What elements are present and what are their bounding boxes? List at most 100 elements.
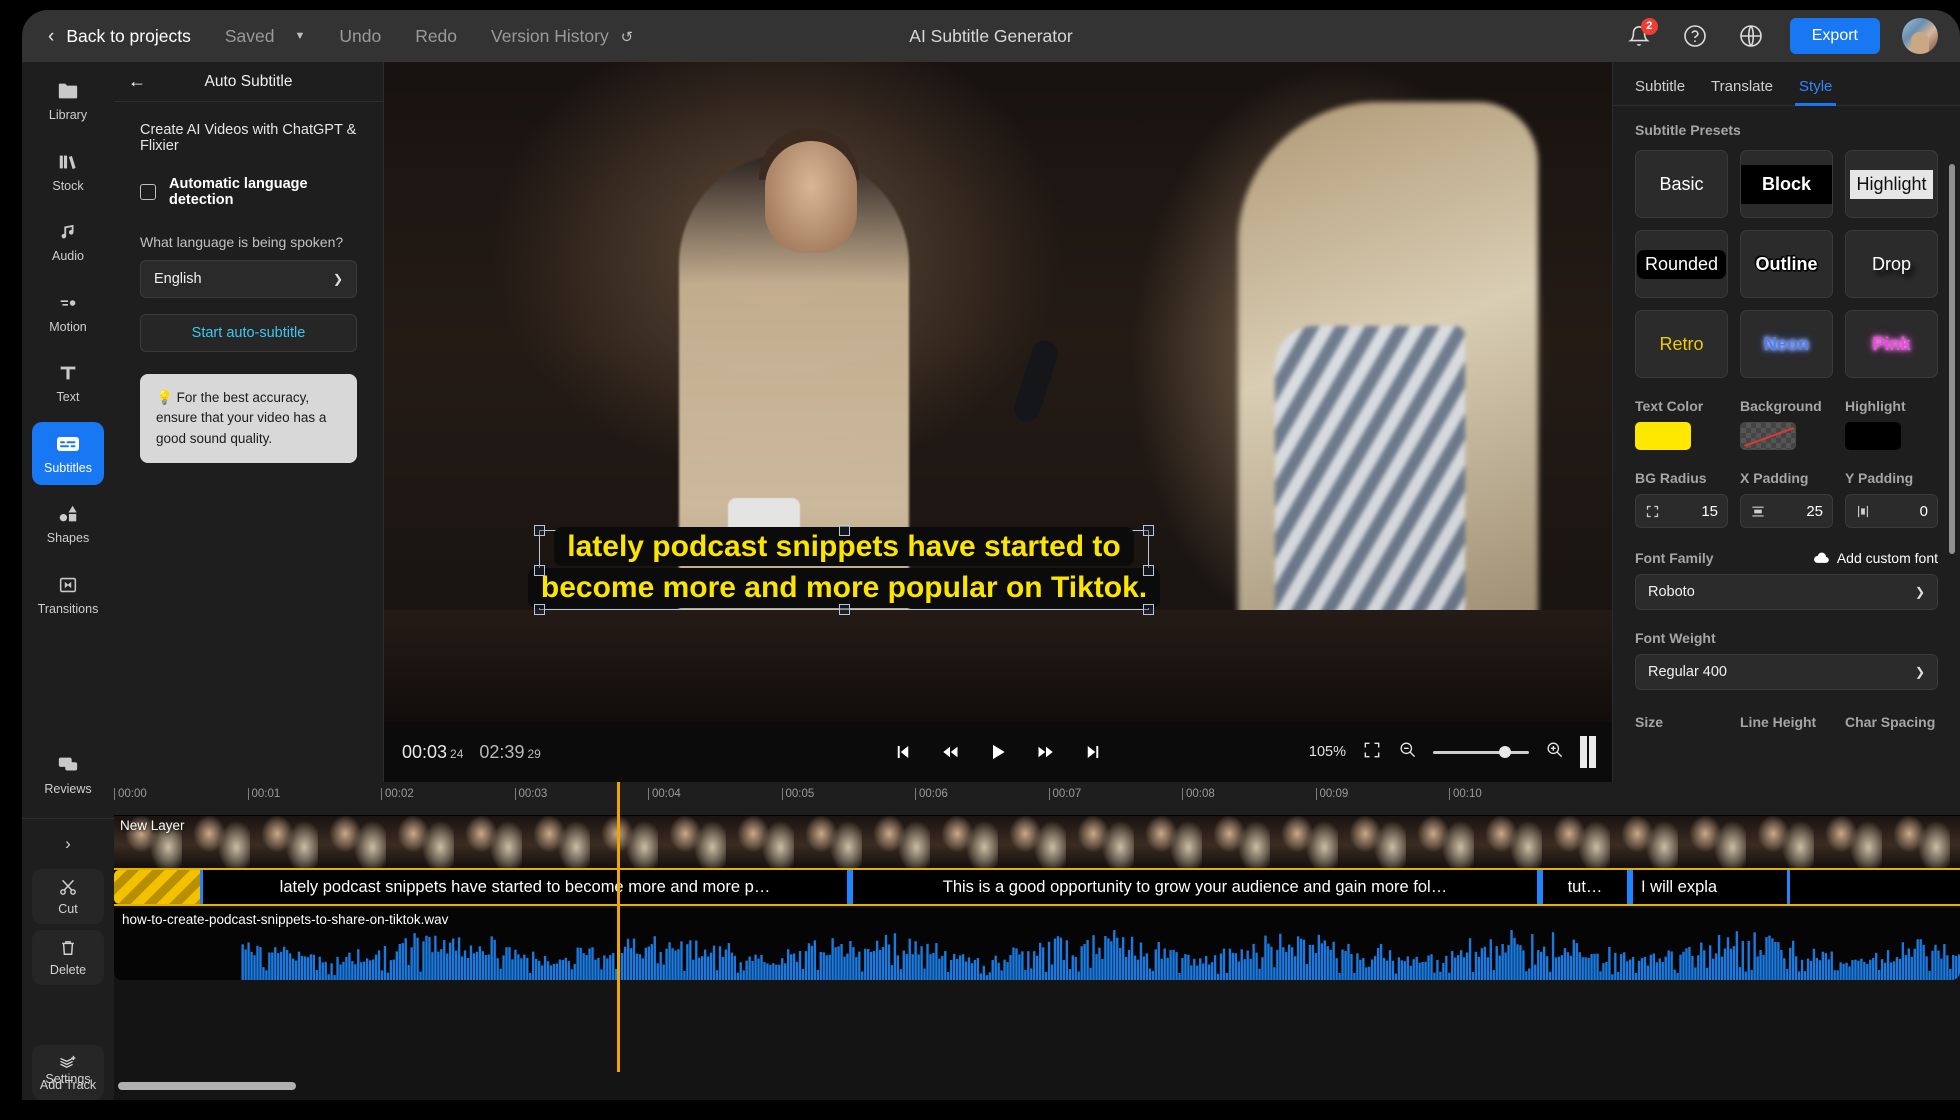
zoom-out-icon[interactable] (1398, 740, 1417, 764)
timeline-ruler[interactable]: 00:00 00:01 00:02 00:03 00:04 00:05 00:06 00:07… (114, 782, 1960, 816)
video-thumbnail[interactable] (1950, 816, 1960, 868)
resize-handle-bottom-left[interactable] (534, 604, 545, 615)
video-thumbnail[interactable] (1338, 816, 1406, 868)
video-thumbnail[interactable] (862, 816, 930, 868)
export-button[interactable]: Export (1789, 18, 1880, 54)
video-thumbnail[interactable] (1066, 816, 1134, 868)
sidebar-item-shapes[interactable]: Shapes (32, 493, 104, 555)
video-thumbnail[interactable] (522, 816, 590, 868)
play-button[interactable] (988, 741, 1008, 763)
background-color-swatch[interactable] (1740, 422, 1796, 450)
video-thumbnail[interactable] (250, 816, 318, 868)
tab-subtitle[interactable]: Subtitle (1635, 78, 1685, 105)
zoom-in-icon[interactable] (1545, 740, 1564, 764)
playhead-knob[interactable] (617, 782, 621, 798)
video-thumbnail[interactable] (794, 816, 862, 868)
auto-language-detection-checkbox[interactable]: Automatic language detection (140, 176, 357, 208)
preset-retro[interactable]: Retro (1635, 310, 1728, 378)
video-thumbnail[interactable] (182, 816, 250, 868)
start-auto-subtitle-button[interactable]: Start auto-subtitle (140, 314, 357, 352)
skip-to-start-button[interactable] (894, 743, 912, 761)
expand-panel-button[interactable]: › (32, 825, 104, 863)
video-thumbnail[interactable] (1134, 816, 1202, 868)
font-weight-select[interactable]: Regular 400 ❯ (1635, 654, 1938, 690)
cut-button[interactable]: Cut (32, 869, 104, 925)
sidebar-item-subtitles[interactable]: Subtitles (32, 422, 104, 485)
language-globe-button[interactable] (1734, 19, 1768, 53)
video-thumbnail[interactable] (1814, 816, 1882, 868)
back-to-projects-button[interactable]: ‹ Back to projects (48, 26, 191, 47)
preset-neon[interactable]: Neon (1740, 310, 1833, 378)
video-thumbnail[interactable] (658, 816, 726, 868)
preset-block[interactable]: Block (1740, 150, 1833, 218)
video-thumbnail[interactable] (590, 816, 658, 868)
subtitle-clip-1[interactable]: lately podcast snippets have started to … (200, 870, 850, 904)
video-thumbnail[interactable] (1270, 816, 1338, 868)
preset-drop[interactable]: Drop (1845, 230, 1938, 298)
subtitle-selection-box[interactable]: lately podcast snippets have started to … (527, 525, 1161, 615)
subtitle-clip-4[interactable]: I will expla (1630, 870, 1790, 904)
settings-button[interactable]: Settings (22, 1072, 114, 1086)
version-history-button[interactable]: Version History ↺ (491, 26, 633, 47)
video-thumbnail[interactable] (726, 816, 794, 868)
help-button[interactable] (1678, 19, 1712, 53)
video-thumbnail[interactable] (1610, 816, 1678, 868)
preset-rounded[interactable]: Rounded (1635, 230, 1728, 298)
video-thumbnail[interactable] (318, 816, 386, 868)
notifications-button[interactable]: 2 (1622, 18, 1658, 53)
sidebar-item-text[interactable]: Text (32, 352, 104, 414)
video-thumbnail[interactable] (1542, 816, 1610, 868)
user-avatar[interactable] (1902, 18, 1938, 54)
resize-handle-bottom-center[interactable] (838, 604, 850, 615)
video-thumbnail[interactable] (1406, 816, 1474, 868)
video-preview[interactable]: lately podcast snippets have started to … (384, 62, 1612, 722)
rewind-button[interactable] (940, 743, 960, 761)
video-track[interactable] (114, 816, 1960, 868)
preset-pink[interactable]: Pink (1845, 310, 1938, 378)
split-view-button[interactable] (1580, 736, 1596, 768)
subtitle-clip-3[interactable]: tut… (1540, 870, 1630, 904)
font-family-select[interactable]: Roboto ❯ (1635, 574, 1938, 610)
resize-handle-top-center[interactable] (838, 525, 850, 536)
highlight-color-swatch[interactable] (1845, 422, 1901, 450)
tab-style[interactable]: Style (1794, 78, 1837, 106)
sidebar-item-motion[interactable]: Motion (32, 281, 104, 343)
delete-button[interactable]: Delete (32, 930, 104, 986)
zoom-slider-knob[interactable] (1499, 746, 1511, 758)
resize-handle-bottom-right[interactable] (1143, 604, 1154, 615)
video-thumbnail[interactable] (1678, 816, 1746, 868)
skip-to-end-button[interactable] (1084, 743, 1102, 761)
resize-handle-top-left[interactable] (534, 525, 545, 536)
preset-basic[interactable]: Basic (1635, 150, 1728, 218)
x-padding-input[interactable]: 25 (1740, 494, 1833, 528)
video-thumbnail[interactable] (454, 816, 522, 868)
undo-button[interactable]: Undo (339, 26, 381, 47)
subtitle-clip-2[interactable]: This is a good opportunity to grow your … (850, 870, 1540, 904)
video-thumbnail[interactable] (998, 816, 1066, 868)
language-select[interactable]: English ❯ (140, 260, 357, 298)
tab-translate[interactable]: Translate (1711, 78, 1773, 105)
video-thumbnail[interactable] (386, 816, 454, 868)
video-thumbnail[interactable] (1746, 816, 1814, 868)
y-padding-input[interactable]: 0 (1845, 494, 1938, 528)
playhead[interactable] (617, 782, 621, 1072)
sidebar-item-library[interactable]: Library (32, 70, 104, 132)
sidebar-item-stock[interactable]: Stock (32, 140, 104, 202)
style-panel-scrollbar[interactable] (1949, 164, 1955, 554)
preset-outline[interactable]: Outline (1740, 230, 1833, 298)
resize-handle-top-right[interactable] (1143, 525, 1154, 536)
text-color-swatch[interactable] (1635, 422, 1691, 450)
resize-handle-middle-right[interactable] (1143, 564, 1154, 576)
audio-track[interactable]: how-to-create-podcast-snippets-to-share-… (114, 908, 1960, 980)
resize-handle-middle-left[interactable] (534, 564, 545, 576)
fit-screen-button[interactable] (1362, 740, 1382, 765)
panel-back-arrow-icon[interactable]: ← (128, 71, 146, 92)
sidebar-item-transitions[interactable]: Transitions (32, 563, 104, 625)
video-thumbnail[interactable] (1882, 816, 1950, 868)
preset-highlight[interactable]: Highlight (1845, 150, 1938, 218)
redo-button[interactable]: Redo (415, 26, 457, 47)
chevron-down-icon[interactable]: ▼ (294, 30, 305, 42)
timeline-horizontal-scrollbar[interactable] (118, 1082, 296, 1090)
video-thumbnail[interactable] (1474, 816, 1542, 868)
add-custom-font-button[interactable]: Add custom font (1813, 550, 1938, 566)
